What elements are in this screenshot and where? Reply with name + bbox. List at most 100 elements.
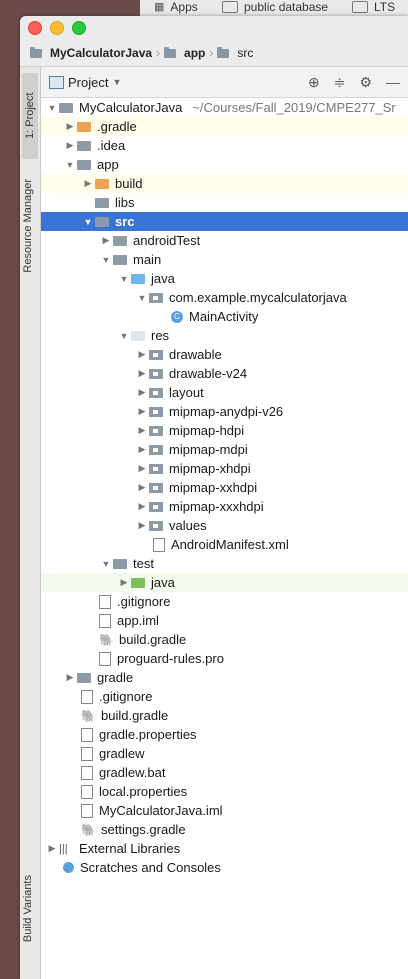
tree-row-mipmap-xxxhdpi[interactable]: ▶ mipmap-xxxhdpi: [41, 497, 408, 516]
tree-row-settings-gradle[interactable]: 🐘 settings.gradle: [41, 820, 408, 839]
apps-grid-icon: ▦: [154, 1, 165, 13]
resource-folder-icon: [131, 330, 145, 341]
tree-row-root[interactable]: ▼ MyCalculatorJava ~/Courses/Fall_2019/CMP…: [41, 98, 408, 117]
tree-row-app[interactable]: ▼ app: [41, 155, 408, 174]
folder-icon: [113, 254, 127, 265]
breadcrumb-project[interactable]: MyCalculatorJava: [50, 46, 152, 60]
project-panel-toolbar: Project ▼ ⊕ ≑ ⚙ —: [41, 67, 408, 98]
tree-row-local-properties[interactable]: local.properties: [41, 782, 408, 801]
chevron-right-icon: ›: [209, 46, 214, 60]
tree-row-mipmap-anydpi[interactable]: ▶ mipmap-anydpi-v26: [41, 402, 408, 421]
tree-row-androidtest[interactable]: ▶ androidTest: [41, 231, 408, 250]
text-file-icon: [99, 651, 111, 666]
tool-window-sidebar: 1: Project Resource Manager Build Varian…: [20, 67, 41, 979]
tree-row-gradle[interactable]: ▶ gradle: [41, 668, 408, 687]
folder-icon: [352, 1, 368, 13]
tree-row-gradle-dir[interactable]: ▶ .gradle: [41, 117, 408, 136]
tree-row-gitignore[interactable]: .gitignore: [41, 687, 408, 706]
folder-icon: [77, 672, 91, 683]
module-folder-icon: [164, 46, 177, 58]
tree-row-scratches[interactable]: Scratches and Consoles: [41, 858, 408, 877]
module-folder-icon: [59, 102, 73, 113]
close-window-button[interactable]: [28, 21, 42, 35]
folder-icon: [222, 1, 238, 13]
zoom-window-button[interactable]: [72, 21, 86, 35]
build-variants-tab[interactable]: Build Variants: [22, 875, 34, 942]
tree-row-manifest[interactable]: AndroidManifest.xml: [41, 535, 408, 554]
folder-icon: [149, 501, 163, 512]
browser-bookmarks-bar: ▦ Apps public database LTS: [140, 0, 408, 17]
collapse-all-icon[interactable]: ≑: [334, 74, 346, 91]
minimize-window-button[interactable]: [50, 21, 64, 35]
tree-row-proguard[interactable]: proguard-rules.pro: [41, 649, 408, 668]
tree-row-mipmap-xxhdpi[interactable]: ▶ mipmap-xxhdpi: [41, 478, 408, 497]
bookmark-public-database[interactable]: public database: [222, 0, 328, 14]
tree-row-external-libraries[interactable]: ▶ ||| External Libraries: [41, 839, 408, 858]
tree-row-libs[interactable]: libs: [41, 193, 408, 212]
folder-icon: [149, 463, 163, 474]
text-file-icon: [81, 689, 93, 704]
scratches-icon: [63, 862, 74, 873]
folder-icon: [149, 349, 163, 360]
tree-row-drawable-v24[interactable]: ▶ drawable-v24: [41, 364, 408, 383]
resource-manager-tab[interactable]: Resource Manager: [22, 179, 34, 273]
tree-row-project-iml[interactable]: MyCalculatorJava.iml: [41, 801, 408, 820]
tree-row-mainactivity[interactable]: C MainActivity: [41, 307, 408, 326]
gradle-icon: 🐘: [99, 632, 114, 647]
tree-row-drawable[interactable]: ▶ drawable: [41, 345, 408, 364]
excluded-folder-icon: [77, 121, 91, 132]
breadcrumb-module[interactable]: app: [184, 46, 205, 60]
tree-row-java[interactable]: ▼ java: [41, 269, 408, 288]
folder-icon: [149, 387, 163, 398]
tree-row-app-gitignore[interactable]: .gitignore: [41, 592, 408, 611]
iml-file-icon: [99, 613, 111, 628]
tree-row-build-gradle[interactable]: 🐘 build.gradle: [41, 706, 408, 725]
folder-icon: [95, 197, 109, 208]
tree-row-app-build-gradle[interactable]: 🐘 build.gradle: [41, 630, 408, 649]
tree-row-app-iml[interactable]: app.iml: [41, 611, 408, 630]
tree-row-build[interactable]: ▶ build: [41, 174, 408, 193]
folder-icon: [149, 425, 163, 436]
tree-row-test[interactable]: ▼ test: [41, 554, 408, 573]
folder-icon: [149, 520, 163, 531]
locate-file-icon[interactable]: ⊕: [308, 74, 320, 91]
tree-row-gradlew-bat[interactable]: gradlew.bat: [41, 763, 408, 782]
tree-row-mipmap-mdpi[interactable]: ▶ mipmap-mdpi: [41, 440, 408, 459]
folder-icon: [149, 482, 163, 493]
hide-panel-icon[interactable]: —: [386, 74, 400, 91]
bookmark-lts[interactable]: LTS: [352, 0, 395, 14]
project-panel: Project ▼ ⊕ ≑ ⚙ — ▼ MyCalculatorJava ~/Cou…: [41, 67, 408, 979]
tree-row-src[interactable]: ▼ src: [41, 212, 408, 231]
module-folder-icon: [77, 159, 91, 170]
tree-row-gradlew[interactable]: gradlew: [41, 744, 408, 763]
tree-row-values[interactable]: ▶ values: [41, 516, 408, 535]
properties-file-icon: [81, 727, 93, 742]
tree-row-idea[interactable]: ▶ .idea: [41, 136, 408, 155]
folder-icon: [149, 444, 163, 455]
package-icon: [149, 292, 163, 303]
iml-file-icon: [81, 803, 93, 818]
test-folder-icon: [131, 577, 145, 588]
gradle-icon: 🐘: [81, 822, 96, 837]
project-tool-tab[interactable]: 1: Project: [22, 73, 38, 159]
tree-row-res[interactable]: ▼ res: [41, 326, 408, 345]
tree-row-mipmap-xhdpi[interactable]: ▶ mipmap-xhdpi: [41, 459, 408, 478]
text-file-icon: [99, 594, 111, 609]
class-icon: C: [171, 310, 183, 323]
tree-row-mipmap-hdpi[interactable]: ▶ mipmap-hdpi: [41, 421, 408, 440]
ide-window: MyCalculatorJava › app › src 1: Project …: [20, 16, 408, 979]
tree-row-layout[interactable]: ▶ layout: [41, 383, 408, 402]
tree-row-gradle-properties[interactable]: gradle.properties: [41, 725, 408, 744]
tree-row-main[interactable]: ▼ main: [41, 250, 408, 269]
project-tree: ▼ MyCalculatorJava ~/Courses/Fall_2019/CMP…: [41, 98, 408, 877]
breadcrumb-folder[interactable]: src: [237, 46, 253, 60]
folder-icon: [149, 368, 163, 379]
view-selector-dropdown[interactable]: Project ▼: [49, 75, 121, 90]
src-folder-icon: [217, 46, 230, 58]
library-icon: |||: [59, 842, 68, 855]
gear-icon[interactable]: ⚙: [359, 74, 372, 91]
tree-row-test-java[interactable]: ▶ java: [41, 573, 408, 592]
tree-row-package[interactable]: ▼ com.example.mycalculatorjava: [41, 288, 408, 307]
chevron-right-icon: ›: [156, 46, 161, 60]
bookmark-apps[interactable]: ▦ Apps: [154, 0, 198, 14]
